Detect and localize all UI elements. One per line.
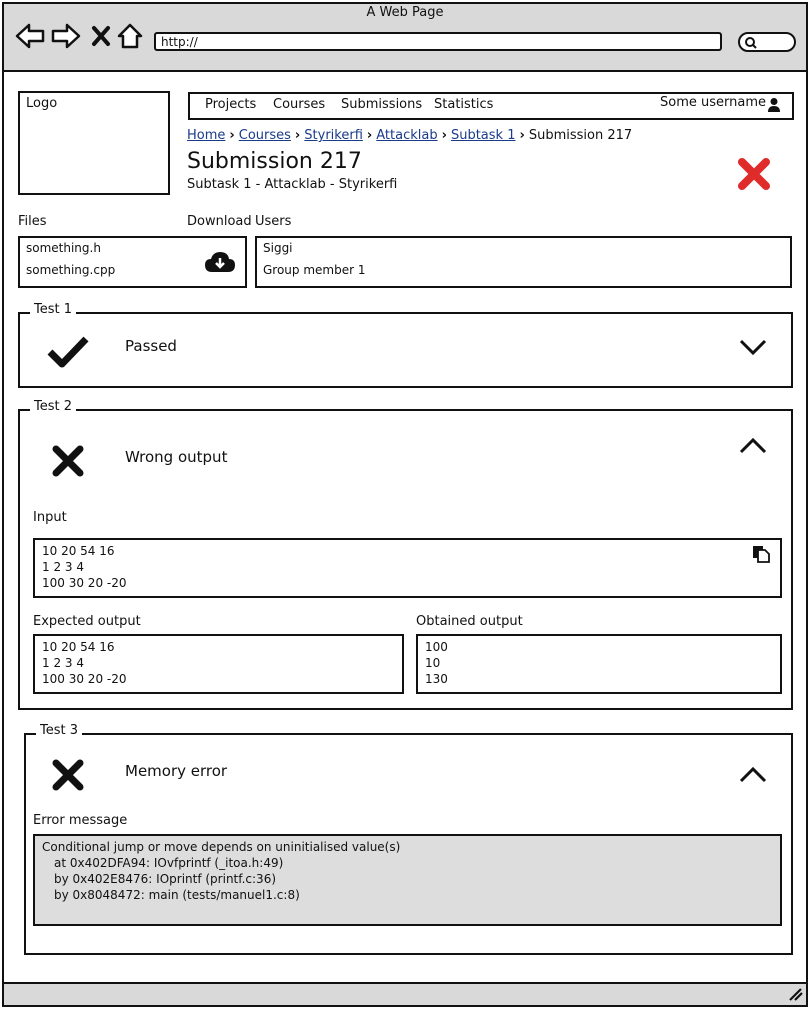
error-message-label: Error message	[33, 813, 128, 828]
user-item: Siggi	[263, 241, 293, 255]
x-icon	[52, 445, 84, 477]
test-status: Wrong output	[125, 448, 228, 466]
breadcrumb-current: Submission 217	[528, 128, 633, 143]
chevron-right-icon: ›	[294, 128, 301, 143]
chevron-right-icon: ›	[366, 128, 373, 143]
chevron-right-icon: ›	[441, 128, 447, 143]
user-icon[interactable]	[767, 97, 781, 113]
breadcrumb-home[interactable]: Home	[187, 128, 225, 143]
user-item: Group member 1	[263, 263, 366, 277]
test-legend: Test 3	[36, 723, 83, 738]
files-list: something.h something.cpp	[18, 236, 247, 288]
copy-icon[interactable]	[752, 545, 770, 563]
chevron-up-icon[interactable]	[738, 436, 768, 456]
test-status: Memory error	[125, 762, 228, 780]
breadcrumb: Home › Courses › Styrikerfi › Attacklab › Subtas…	[187, 128, 632, 143]
obtained-line: 10	[425, 656, 441, 670]
browser-status-bar	[4, 982, 806, 1005]
obtained-line: 100	[425, 640, 448, 654]
expected-line: 1 2 3 4	[42, 656, 84, 670]
expected-line: 10 20 54 16	[42, 640, 115, 654]
error-line: by 0x8048472: main (tests/manuel1.c:8)	[54, 888, 300, 902]
input-line: 100 30 20 -20	[42, 576, 127, 590]
back-arrow-icon[interactable]	[14, 22, 46, 50]
logo-label: Logo	[26, 96, 58, 111]
file-item[interactable]: something.h	[26, 241, 101, 255]
obtained-output-box: 100 10 130	[416, 634, 782, 694]
error-line: by 0x402E8476: IOprintf (printf.c:36)	[54, 872, 277, 886]
users-label: Users	[255, 214, 292, 229]
address-bar[interactable]: http://	[154, 32, 722, 51]
page-title: Submission 217	[187, 149, 362, 174]
breadcrumb-courses[interactable]: Courses	[239, 128, 291, 143]
browser-search-field[interactable]	[738, 32, 796, 52]
window-title: A Web Page	[366, 5, 444, 20]
chevron-up-icon[interactable]	[738, 765, 768, 785]
resize-grip-icon[interactable]	[787, 987, 803, 1001]
menu-item-projects[interactable]: Projects	[205, 97, 256, 112]
menu-item-statistics[interactable]: Statistics	[434, 97, 493, 112]
users-list: Siggi Group member 1	[255, 236, 792, 288]
menu-item-courses[interactable]: Courses	[273, 97, 325, 112]
failed-status-icon	[738, 158, 770, 190]
test-input-box: 10 20 54 16 1 2 3 4 100 30 20 -20	[33, 538, 782, 598]
chevron-down-icon[interactable]	[738, 337, 768, 357]
error-line: Conditional jump or move depends on unin…	[42, 840, 401, 854]
test-status: Passed	[125, 337, 177, 355]
breadcrumb-attacklab[interactable]: Attacklab	[376, 128, 437, 143]
chevron-right-icon: ›	[519, 128, 525, 143]
file-item[interactable]: something.cpp	[26, 263, 115, 277]
chevron-right-icon: ›	[229, 128, 235, 143]
obtained-output-label: Obtained output	[416, 614, 523, 629]
input-line: 1 2 3 4	[42, 560, 84, 574]
breadcrumb-styrikerfi[interactable]: Styrikerfi	[304, 128, 363, 143]
test-legend: Test 1	[30, 302, 77, 317]
home-icon[interactable]	[116, 22, 144, 50]
expected-output-label: Expected output	[33, 614, 141, 629]
test-legend: Test 2	[30, 399, 77, 414]
page-subtitle: Subtask 1 - Attacklab - Styrikerfi	[187, 177, 398, 192]
error-message-box: Conditional jump or move depends on unin…	[33, 834, 782, 926]
error-line: at 0x402DFA94: IOvfprintf (_itoa.h:49)	[54, 856, 284, 870]
obtained-line: 130	[425, 672, 448, 686]
close-stop-icon[interactable]	[90, 22, 112, 50]
breadcrumb-subtask[interactable]: Subtask 1	[451, 128, 516, 143]
download-label: Download	[187, 214, 252, 229]
logo-placeholder: Logo	[18, 91, 170, 195]
files-label: Files	[18, 214, 47, 229]
input-line: 10 20 54 16	[42, 544, 115, 558]
cloud-download-icon[interactable]	[204, 250, 236, 274]
username-label[interactable]: Some username	[660, 95, 766, 110]
menu-item-submissions[interactable]: Submissions	[341, 97, 422, 112]
expected-line: 100 30 20 -20	[42, 672, 127, 686]
x-icon	[52, 759, 84, 791]
input-label: Input	[33, 510, 67, 525]
check-icon	[47, 336, 89, 368]
search-icon	[745, 37, 757, 49]
expected-output-box: 10 20 54 16 1 2 3 4 100 30 20 -20	[33, 634, 404, 694]
forward-arrow-icon[interactable]	[50, 22, 82, 50]
